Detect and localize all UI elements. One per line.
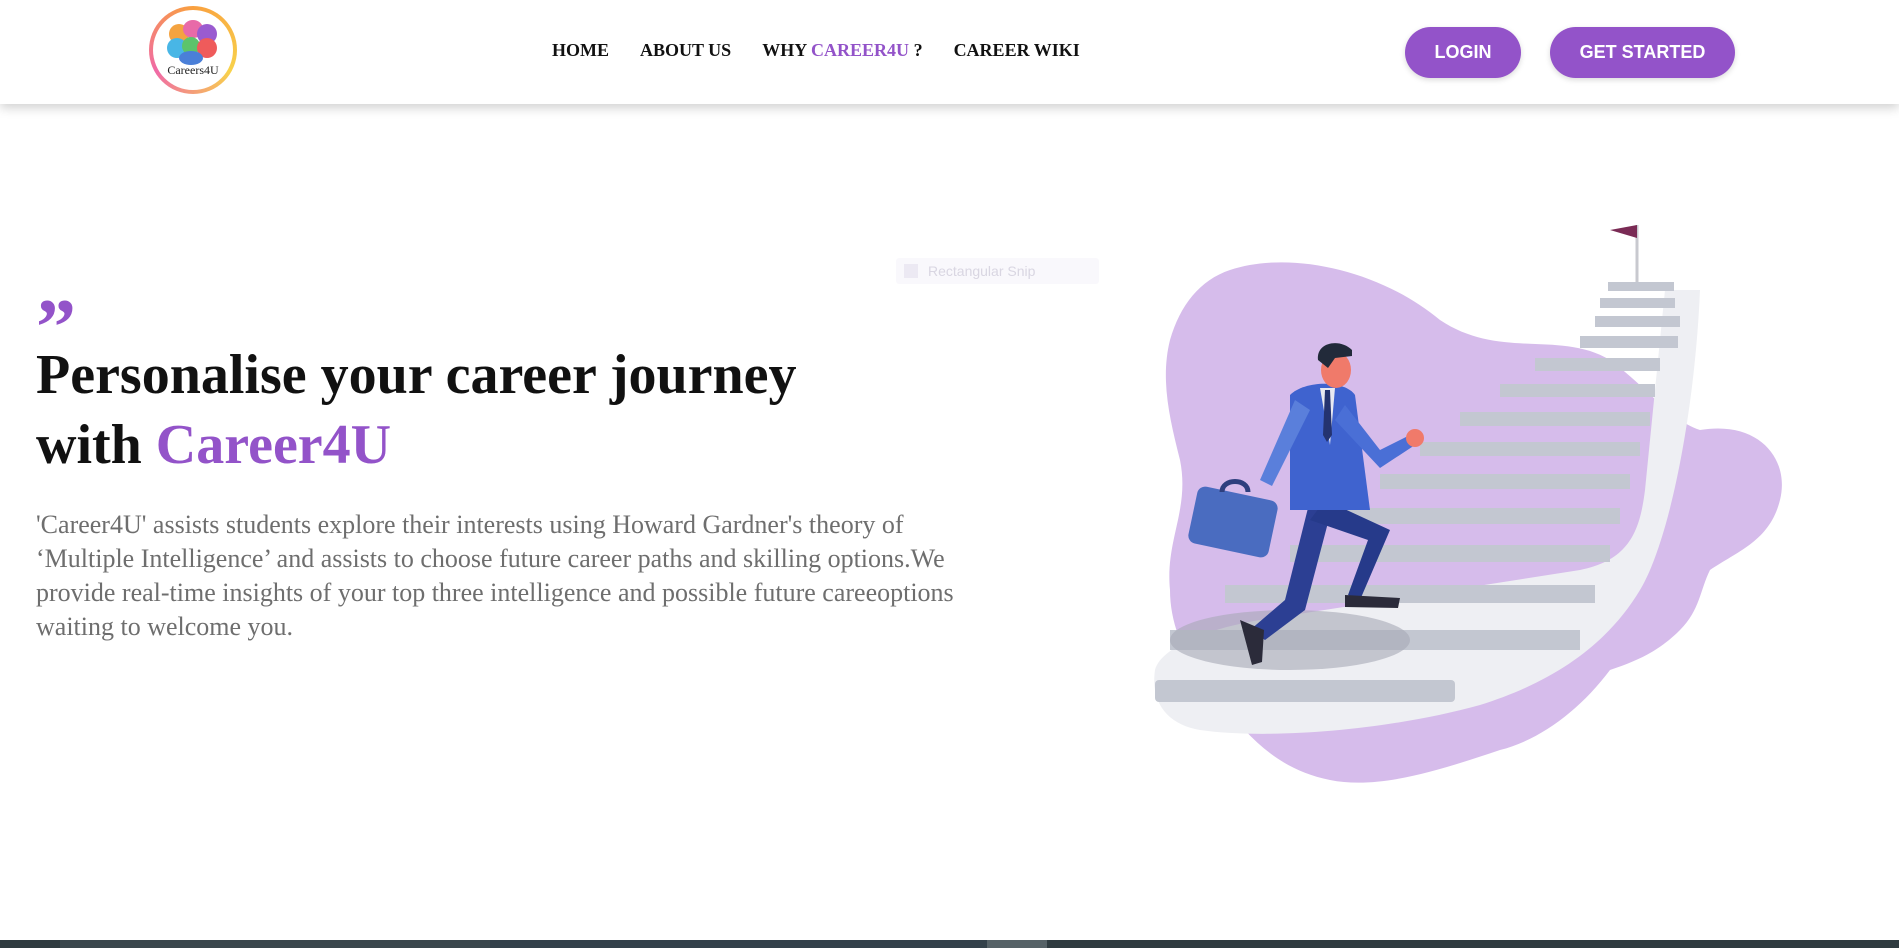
brand-logo[interactable]: Careers4U [149, 6, 237, 94]
get-started-button[interactable]: GET STARTED [1550, 27, 1735, 78]
login-button[interactable]: LOGIN [1405, 27, 1521, 78]
snip-tool-overlay: Rectangular Snip [896, 258, 1099, 284]
nav-about-us[interactable]: ABOUT US [640, 40, 731, 61]
headline-line-1: Personalise your career journey [36, 344, 797, 406]
taskbar-segment [60, 940, 490, 948]
man-hand [1406, 429, 1424, 447]
taskbar-segment [987, 940, 1047, 948]
flag-icon [1610, 225, 1637, 238]
nav-career-wiki[interactable]: CAREER WIKI [954, 40, 1080, 61]
hero-description: 'Career4U' assists students explore thei… [36, 510, 954, 641]
logo-text: Careers4U [167, 63, 219, 77]
headline-brand: Career4U [155, 414, 392, 476]
hero-headline: Personalise your career journey with Car… [36, 340, 896, 480]
headline-line-2: with [36, 414, 156, 476]
site-header: Careers4U HOME ABOUT US WHY CAREER4U ? C… [0, 0, 1899, 104]
nav-why-prefix: WHY [762, 40, 812, 60]
nav-home[interactable]: HOME [552, 40, 609, 61]
nav-why-brand: CAREER4U [811, 40, 910, 60]
brain-logo-icon: Careers4U [153, 10, 233, 90]
nav-why-career4u[interactable]: WHY CAREER4U ? [762, 40, 922, 61]
taskbar-segment [490, 940, 990, 948]
nav-why-suffix: ? [909, 40, 923, 60]
snip-icon [904, 264, 918, 278]
man-climbing-stairs-illustration [1154, 225, 1782, 783]
main-nav: HOME ABOUT US WHY CAREER4U ? CAREER WIKI [552, 40, 1111, 61]
snip-label: Rectangular Snip [928, 263, 1036, 279]
bottom-taskbar-strip [0, 940, 1899, 948]
